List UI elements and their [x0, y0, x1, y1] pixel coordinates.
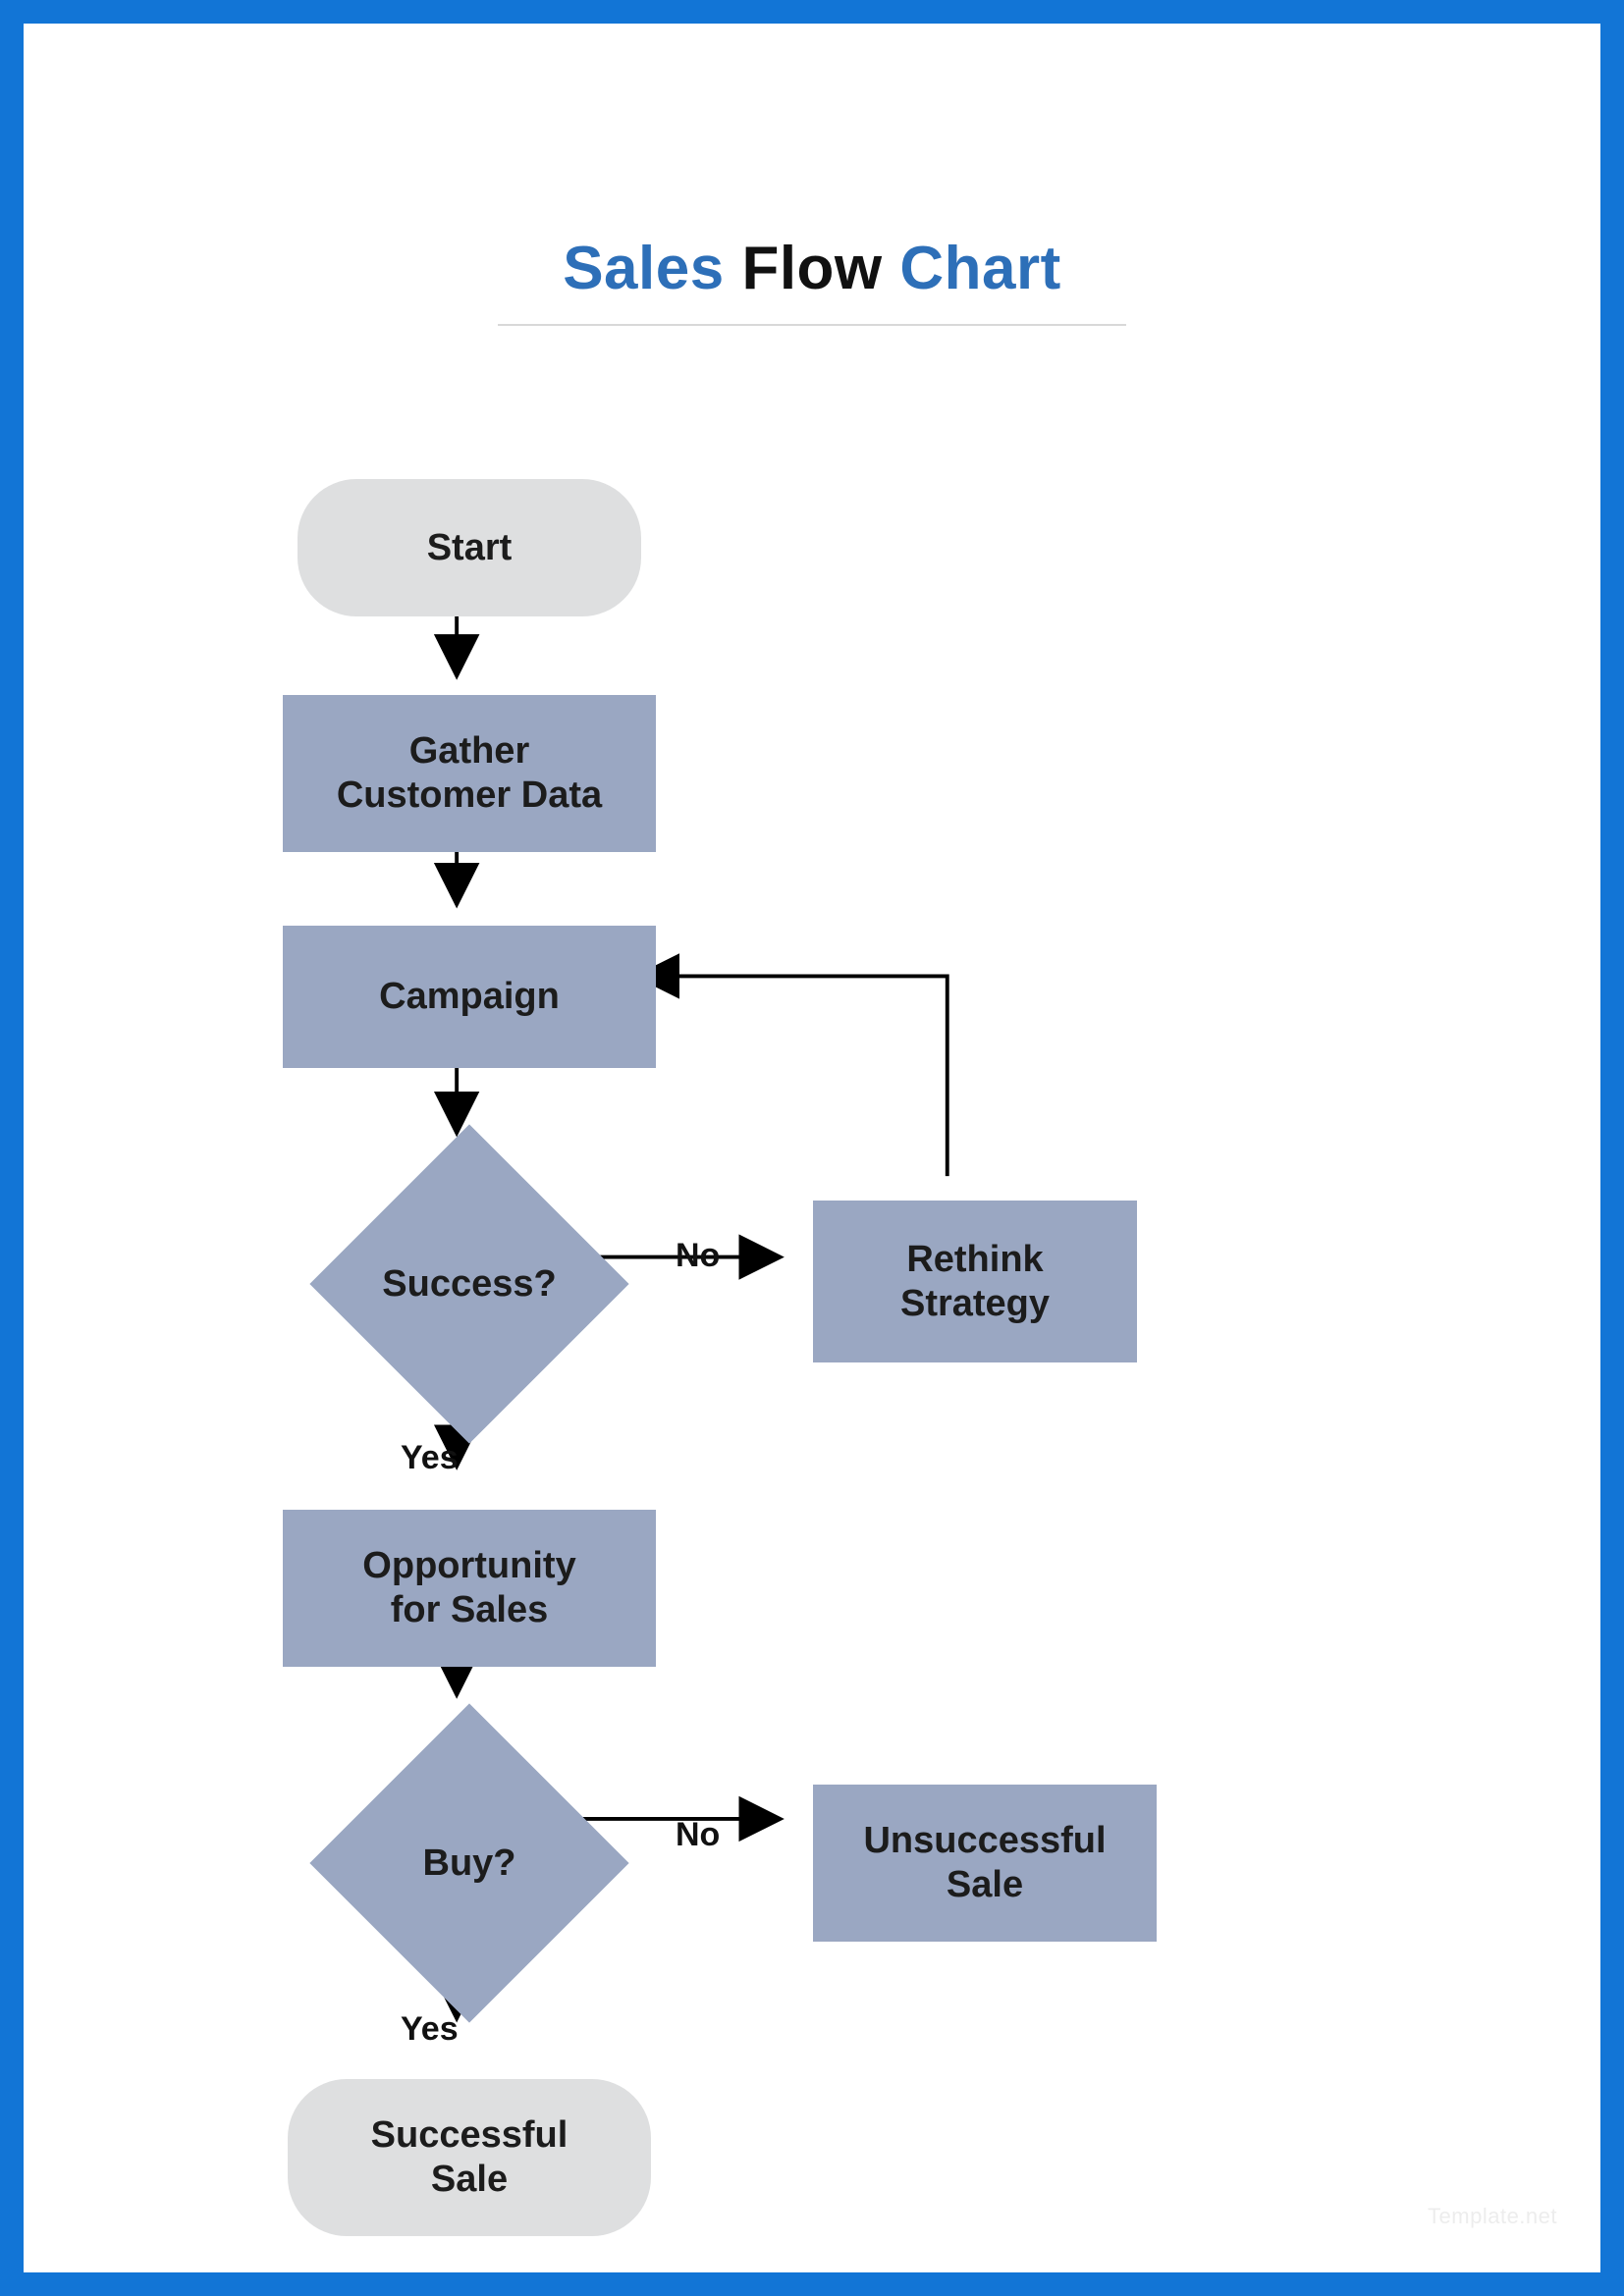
edge-label-success-no: No [676, 1237, 720, 1275]
node-start-label: Start [427, 526, 513, 570]
node-success: Success? [356, 1171, 582, 1397]
node-campaign-label: Campaign [379, 975, 560, 1019]
node-unsuccessful: UnsuccessfulSale [813, 1785, 1157, 1942]
flowchart-canvas: Sales Flow Chart [47, 47, 1577, 2249]
node-campaign: Campaign [283, 926, 656, 1068]
node-buy-label: Buy? [423, 1842, 516, 1886]
edge-label-success-yes: Yes [401, 1439, 459, 1477]
node-start: Start [298, 479, 641, 616]
node-unsuccessful-label: UnsuccessfulSale [863, 1819, 1106, 1907]
page-frame: Sales Flow Chart [0, 0, 1624, 2296]
node-rethink-label: RethinkStrategy [900, 1238, 1050, 1326]
node-successful-label: SuccessfulSale [371, 2113, 568, 2202]
node-gather: GatherCustomer Data [283, 695, 656, 852]
node-buy: Buy? [356, 1750, 582, 1976]
node-opportunity-label: Opportunityfor Sales [362, 1544, 575, 1632]
node-successful: SuccessfulSale [288, 2079, 651, 2236]
watermark: Template.net [1428, 2204, 1557, 2229]
edge-label-buy-no: No [676, 1816, 720, 1854]
arrow-rethink-to-campaign [637, 976, 947, 1176]
node-opportunity: Opportunityfor Sales [283, 1510, 656, 1667]
edge-label-buy-yes: Yes [401, 2010, 459, 2049]
node-success-label: Success? [382, 1262, 556, 1307]
node-gather-label: GatherCustomer Data [337, 729, 602, 818]
node-rethink: RethinkStrategy [813, 1201, 1137, 1362]
arrows-layer [47, 47, 1577, 2249]
